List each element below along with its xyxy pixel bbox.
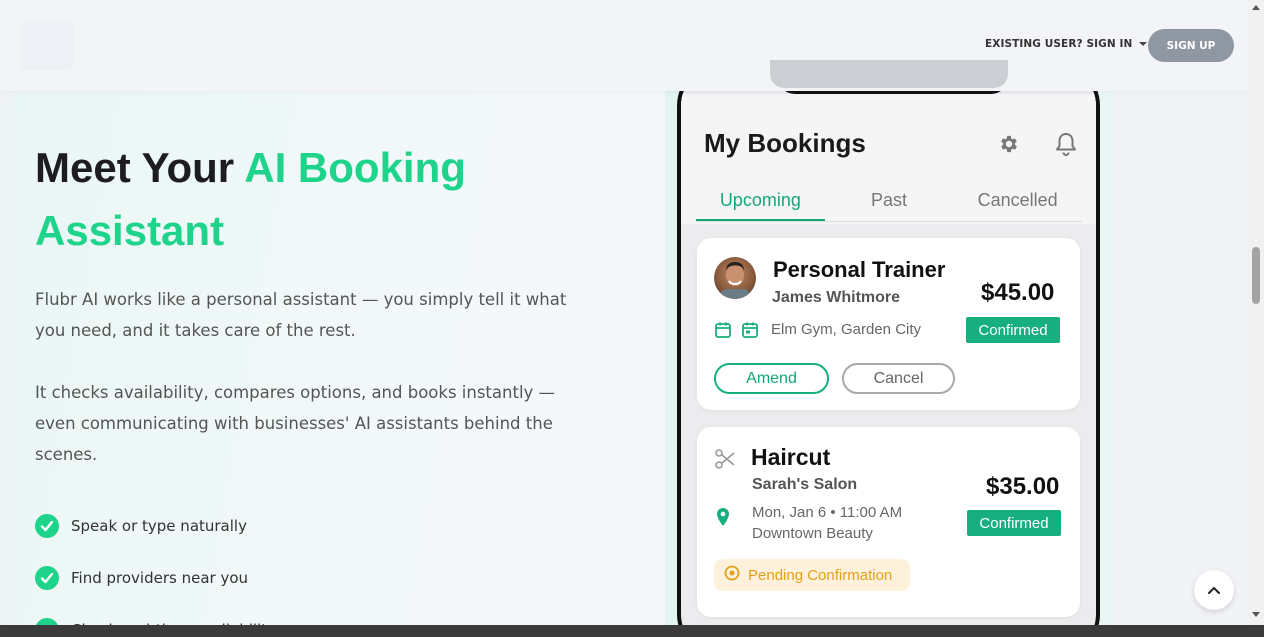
booking-tabs: Upcoming Past Cancelled: [696, 184, 1082, 222]
status-badge: Confirmed: [967, 510, 1061, 536]
check-icon: [35, 566, 59, 590]
tab-past[interactable]: Past: [825, 184, 954, 222]
hero-paragraph-2: It checks availability, compares options…: [35, 383, 556, 464]
page-scrollbar[interactable]: [1248, 0, 1264, 625]
booking-venue: Downtown Beauty: [752, 525, 873, 542]
chevron-up-icon: [1208, 586, 1220, 594]
calendar-icon: [714, 321, 732, 343]
booking-datetime: Mon, Jan 6 • 11:00 AM: [752, 504, 903, 521]
booking-provider: Sarah's Salon: [752, 476, 858, 493]
hero-title: Meet Your AI Booking Assistant: [35, 136, 635, 262]
hero-paragraph-1: Flubr AI works like a personal assistant…: [35, 290, 567, 340]
site-header: EXISTING USER? SIGN IN SIGN UP: [0, 0, 1248, 91]
scroll-to-top-button[interactable]: [1194, 570, 1234, 610]
tab-cancelled[interactable]: Cancelled: [953, 184, 1082, 222]
notification-bell-icon[interactable]: [1055, 132, 1077, 160]
os-taskbar: [0, 625, 1264, 637]
booking-card[interactable]: Haircut Sarah's Salon Mon, Jan 6 • 11:00…: [697, 427, 1080, 617]
tab-divider: [696, 221, 1082, 222]
signin-label: EXISTING USER? SIGN IN: [985, 38, 1133, 50]
booking-price: $35.00: [986, 473, 1060, 500]
feature-label: Speak or type naturally: [71, 517, 247, 535]
app-title: My Bookings: [704, 128, 866, 158]
phone-notch-shadow: [770, 60, 1008, 88]
scissors-icon: [714, 448, 736, 474]
booking-card[interactable]: Personal Trainer James Whitmore Elm Gym,…: [697, 238, 1080, 410]
tab-upcoming[interactable]: Upcoming: [696, 184, 825, 222]
hero-title-lead: Meet Your: [35, 144, 245, 191]
pending-label: Pending Confirmation: [748, 566, 893, 584]
status-badge: Confirmed: [966, 317, 1060, 343]
amend-button[interactable]: Amend: [714, 363, 829, 394]
cancel-button[interactable]: Cancel: [842, 363, 955, 394]
pending-clock-icon: [724, 565, 740, 585]
feature-item: Speak or type naturally: [35, 514, 247, 538]
signup-button[interactable]: SIGN UP: [1148, 29, 1234, 62]
booking-provider: James Whitmore: [772, 289, 901, 306]
calendar-date-icon: [741, 321, 759, 343]
location-pin-icon: [715, 507, 731, 531]
phone-mockup: My Bookings Upcoming Past Cancelled Pers…: [677, 60, 1100, 637]
pending-badge: Pending Confirmation: [714, 559, 910, 591]
booking-location: Elm Gym, Garden City: [771, 321, 922, 338]
feature-item: Find providers near you: [35, 566, 248, 590]
booking-price: $45.00: [981, 279, 1055, 306]
page-margin: [1115, 91, 1248, 637]
booking-service: Haircut: [751, 444, 831, 470]
scroll-up-arrow-icon[interactable]: [1252, 5, 1260, 10]
trainer-avatar: [714, 257, 756, 299]
feature-label: Find providers near you: [71, 569, 249, 587]
signin-link[interactable]: EXISTING USER? SIGN IN: [985, 38, 1148, 50]
caret-down-icon: [1139, 42, 1148, 46]
booking-service: Personal Trainer: [773, 257, 946, 282]
check-icon: [35, 514, 59, 538]
settings-gear-icon[interactable]: [998, 133, 1020, 159]
scrollbar-thumb[interactable]: [1252, 247, 1260, 304]
scroll-down-arrow-icon[interactable]: [1252, 612, 1260, 617]
logo[interactable]: [20, 20, 74, 70]
